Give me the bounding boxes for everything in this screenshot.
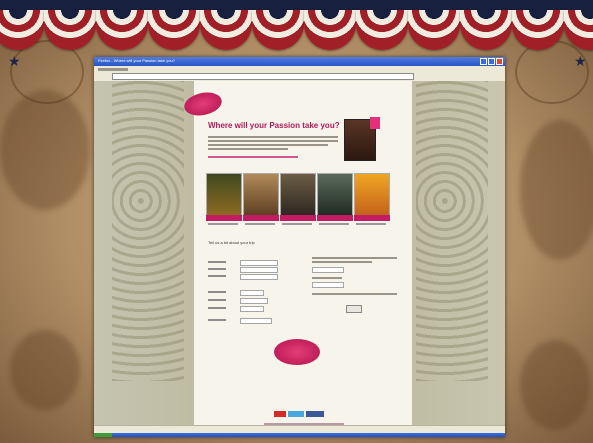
facebook-icon[interactable] xyxy=(306,411,324,417)
left-damask-pattern xyxy=(112,81,184,381)
footer-logo[interactable] xyxy=(274,339,320,365)
thumbnail-caption xyxy=(282,223,312,225)
browser-window: Firefox - Where will your Passion take y… xyxy=(94,57,505,437)
close-icon[interactable] xyxy=(496,58,503,65)
submit-button[interactable] xyxy=(346,305,362,313)
thumbnail-label[interactable] xyxy=(280,215,316,221)
destination-thumbnail[interactable] xyxy=(280,173,316,217)
address-bar[interactable] xyxy=(112,73,414,80)
intro-link[interactable] xyxy=(208,156,298,158)
star-icon: ★ xyxy=(8,53,21,69)
bunting-decoration xyxy=(148,10,200,50)
paper-stain xyxy=(10,330,80,410)
intro-text-line xyxy=(208,148,288,150)
form-label xyxy=(208,291,226,293)
thumbnail-label[interactable] xyxy=(317,215,353,221)
menu-bar[interactable] xyxy=(98,68,128,71)
paper-stain xyxy=(0,90,90,210)
form-title: Tell us a bit about your trip xyxy=(208,240,255,245)
paper-stain xyxy=(520,120,593,260)
background-poster: ★ ★ Firefox - Where will your Passion ta… xyxy=(0,0,593,443)
window-title: Firefox - Where will your Passion take y… xyxy=(98,58,175,63)
optin-text xyxy=(312,293,397,295)
trip-select[interactable] xyxy=(312,267,344,273)
window-titlebar: Firefox - Where will your Passion take y… xyxy=(94,57,505,66)
form-label xyxy=(208,268,226,270)
intro-text-line xyxy=(208,144,328,146)
decorative-swirl xyxy=(515,40,589,104)
destination-thumbnail[interactable] xyxy=(243,173,279,217)
zip-field[interactable] xyxy=(240,306,264,312)
web-content: Where will your Passion take you? Tell u… xyxy=(94,81,505,433)
windows-taskbar xyxy=(94,433,505,437)
thumbnail-caption xyxy=(245,223,275,225)
question-text xyxy=(312,261,372,263)
web-page: Where will your Passion take you? Tell u… xyxy=(182,81,412,433)
city-field[interactable] xyxy=(240,290,264,296)
first-name-field[interactable] xyxy=(240,260,278,266)
thumbnail-label[interactable] xyxy=(243,215,279,221)
youtube-icon[interactable] xyxy=(274,411,286,417)
thumbnail-caption xyxy=(319,223,349,225)
bunting-decoration xyxy=(304,10,356,50)
form-label xyxy=(208,307,226,309)
question-text xyxy=(312,277,342,279)
email-field[interactable] xyxy=(240,274,278,280)
question-text xyxy=(312,257,397,259)
book-badge xyxy=(370,117,380,129)
bunting-decoration xyxy=(252,10,304,50)
last-name-field[interactable] xyxy=(240,267,278,273)
thumbnail-label[interactable] xyxy=(206,215,242,221)
form-label xyxy=(208,261,226,263)
bunting-decoration xyxy=(96,10,148,50)
brand-logo[interactable] xyxy=(182,89,224,119)
twitter-icon[interactable] xyxy=(288,411,304,417)
minimize-icon[interactable] xyxy=(480,58,487,65)
country-select[interactable] xyxy=(240,318,272,324)
thumbnail-caption xyxy=(208,223,238,225)
paper-stain xyxy=(520,340,590,430)
form-label xyxy=(208,319,226,321)
right-damask-pattern xyxy=(416,81,488,381)
star-icon: ★ xyxy=(574,53,587,69)
state-select[interactable] xyxy=(240,298,268,304)
bunting-decoration xyxy=(460,10,512,50)
browser-toolbar xyxy=(94,66,505,82)
bunting-decoration xyxy=(408,10,460,50)
destination-thumbnail[interactable] xyxy=(354,173,390,217)
intro-text-line xyxy=(208,136,338,138)
page-heading: Where will your Passion take you? xyxy=(208,121,340,130)
thumbnail-caption xyxy=(356,223,386,225)
form-label xyxy=(208,299,226,301)
bunting-decoration xyxy=(200,10,252,50)
form-label xyxy=(208,275,226,277)
start-button[interactable] xyxy=(94,433,112,437)
destination-thumbnail[interactable] xyxy=(206,173,242,217)
bunting-decoration xyxy=(356,10,408,50)
trip-date-field[interactable] xyxy=(312,282,344,288)
thumbnail-label[interactable] xyxy=(354,215,390,221)
intro-text-line xyxy=(208,140,338,142)
maximize-icon[interactable] xyxy=(488,58,495,65)
destination-thumbnail[interactable] xyxy=(317,173,353,217)
